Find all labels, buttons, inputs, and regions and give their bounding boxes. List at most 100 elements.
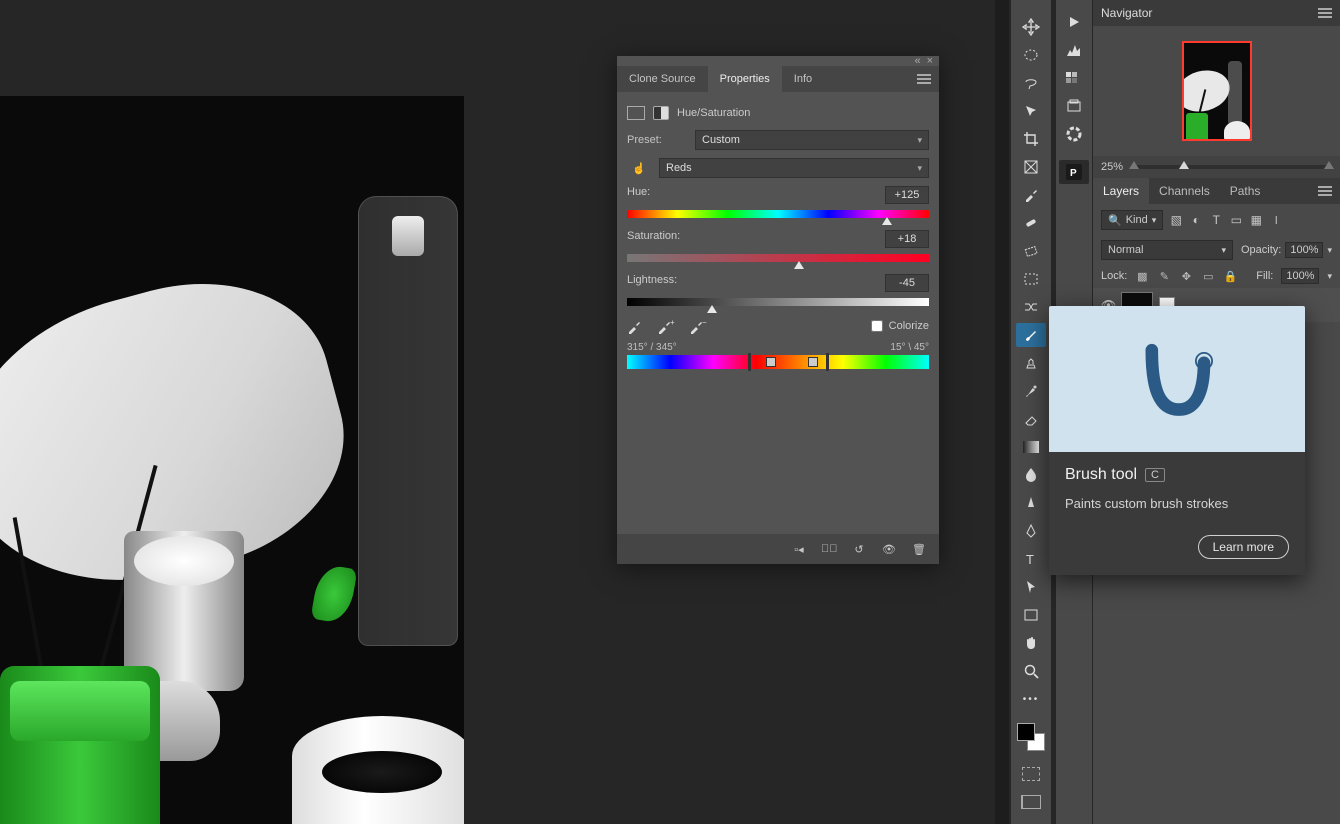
- patch-tool-icon[interactable]: [1016, 239, 1046, 263]
- tab-properties[interactable]: Properties: [708, 66, 782, 92]
- colorize-input[interactable]: [871, 320, 883, 332]
- hue-range-strip[interactable]: [627, 355, 929, 369]
- pen-tool-icon[interactable]: [1016, 519, 1046, 543]
- targeted-adjustment-icon[interactable]: ☝: [627, 162, 651, 175]
- lock-transparency-icon[interactable]: ▩: [1135, 270, 1149, 283]
- shuffle-tool-icon[interactable]: [1016, 295, 1046, 319]
- navigator-header[interactable]: Navigator: [1093, 0, 1340, 26]
- tab-info[interactable]: Info: [782, 66, 824, 92]
- lightness-value[interactable]: -45: [885, 274, 929, 292]
- lightness-slider[interactable]: [627, 298, 929, 306]
- range-marker[interactable]: [748, 353, 751, 371]
- edit-toolbar-icon[interactable]: •••: [1016, 687, 1046, 711]
- quick-select-tool-icon[interactable]: [1016, 99, 1046, 123]
- hand-tool-icon[interactable]: [1016, 631, 1046, 655]
- slider-thumb[interactable]: [707, 305, 717, 313]
- saturation-slider[interactable]: [627, 254, 929, 262]
- blur-tool-icon[interactable]: [1016, 463, 1046, 487]
- color-wheel-icon[interactable]: [1059, 122, 1089, 146]
- filter-type-icon[interactable]: T: [1209, 213, 1223, 227]
- foreground-color-swatch[interactable]: [1017, 723, 1035, 741]
- lock-paint-icon[interactable]: ✎: [1157, 270, 1171, 283]
- panel-menu-icon[interactable]: [1318, 6, 1332, 20]
- clone-stamp-tool-icon[interactable]: [1016, 351, 1046, 375]
- zoom-slider[interactable]: [1131, 165, 1332, 169]
- slider-thumb[interactable]: [1179, 161, 1189, 169]
- histogram-icon[interactable]: [1059, 38, 1089, 62]
- zoom-value[interactable]: 25%: [1101, 161, 1123, 173]
- filter-toggle-icon[interactable]: ⏽: [1269, 213, 1283, 228]
- filter-shape-icon[interactable]: ▭: [1229, 213, 1243, 227]
- channel-select[interactable]: Reds ▾: [659, 158, 929, 178]
- libraries-icon[interactable]: [1059, 94, 1089, 118]
- colorize-checkbox[interactable]: Colorize: [871, 320, 929, 332]
- rectangle-tool-icon[interactable]: [1016, 603, 1046, 627]
- panel-drag-header[interactable]: « ×: [617, 56, 939, 66]
- tab-layers[interactable]: Layers: [1093, 178, 1149, 204]
- marquee-rect-tool-icon[interactable]: [1016, 267, 1046, 291]
- chevron-down-icon[interactable]: ▾: [1327, 245, 1332, 256]
- path-select-tool-icon[interactable]: [1016, 575, 1046, 599]
- saturation-value[interactable]: +18: [885, 230, 929, 248]
- clip-to-layer-icon[interactable]: ▫◂: [791, 543, 807, 556]
- canvas-image[interactable]: [0, 96, 464, 824]
- healing-tool-icon[interactable]: [1016, 211, 1046, 235]
- move-tool-icon[interactable]: [1016, 15, 1046, 39]
- quick-mask-icon[interactable]: [1022, 767, 1040, 781]
- learn-more-button[interactable]: Learn more: [1198, 535, 1289, 559]
- navigator-thumbnail[interactable]: [1182, 41, 1252, 141]
- trash-icon[interactable]: 🗑: [911, 543, 927, 556]
- reset-icon[interactable]: ↺: [851, 543, 867, 556]
- preset-select[interactable]: Custom ▾: [695, 130, 929, 150]
- eyedropper-tool-icon[interactable]: [1016, 183, 1046, 207]
- screen-mode-icon[interactable]: [1021, 795, 1041, 809]
- history-brush-tool-icon[interactable]: [1016, 379, 1046, 403]
- gradient-tool-icon[interactable]: [1016, 435, 1046, 459]
- zoom-tool-icon[interactable]: [1016, 659, 1046, 683]
- filter-smart-icon[interactable]: ▦: [1249, 213, 1263, 227]
- hue-slider[interactable]: [627, 210, 929, 218]
- dock-divider[interactable]: [995, 0, 1009, 824]
- view-previous-icon[interactable]: 👁⃠: [821, 543, 837, 555]
- lock-position-icon[interactable]: ✥: [1179, 270, 1193, 283]
- filter-pixel-icon[interactable]: ▧: [1169, 213, 1183, 227]
- tab-clone-source[interactable]: Clone Source: [617, 66, 708, 92]
- color-swatches[interactable]: [1017, 723, 1045, 751]
- eraser-tool-icon[interactable]: [1016, 407, 1046, 431]
- kind-filter[interactable]: 🔍 Kind ▾: [1101, 210, 1163, 230]
- range-handle[interactable]: [808, 357, 818, 367]
- tab-channels[interactable]: Channels: [1149, 178, 1220, 204]
- eyedropper-add-icon[interactable]: +: [657, 318, 675, 334]
- adjustment-header: Hue/Saturation: [627, 102, 929, 130]
- slider-thumb[interactable]: [794, 261, 804, 269]
- pexels-plugin-icon[interactable]: P: [1059, 160, 1089, 184]
- filter-adjust-icon[interactable]: ◐: [1189, 213, 1203, 227]
- type-tool-icon[interactable]: T: [1016, 547, 1046, 571]
- blend-mode-select[interactable]: Normal ▾: [1101, 240, 1233, 260]
- crop-tool-icon[interactable]: [1016, 127, 1046, 151]
- range-handle[interactable]: [766, 357, 776, 367]
- lock-all-icon[interactable]: 🔒: [1223, 270, 1237, 283]
- lasso-tool-icon[interactable]: [1016, 71, 1046, 95]
- brush-tool-icon[interactable]: [1016, 323, 1046, 347]
- hue-value[interactable]: +125: [885, 186, 929, 204]
- eyedropper-icon[interactable]: [627, 318, 643, 334]
- marquee-tool-icon[interactable]: [1016, 43, 1046, 67]
- properties-panel[interactable]: « × Clone Source Properties Info Hue/Sat…: [617, 56, 939, 564]
- dodge-tool-icon[interactable]: [1016, 491, 1046, 515]
- play-icon[interactable]: [1059, 10, 1089, 34]
- tab-paths[interactable]: Paths: [1220, 178, 1271, 204]
- swatches-icon[interactable]: [1059, 66, 1089, 90]
- navigator-body[interactable]: [1093, 26, 1340, 156]
- lock-artboard-icon[interactable]: ▭: [1201, 270, 1215, 283]
- opacity-value[interactable]: 100%: [1285, 242, 1323, 258]
- slider-thumb[interactable]: [882, 217, 892, 225]
- panel-menu-icon[interactable]: [909, 66, 939, 92]
- eyedropper-subtract-icon[interactable]: −: [689, 318, 707, 334]
- panel-menu-icon[interactable]: [1310, 178, 1340, 204]
- chevron-down-icon[interactable]: ▾: [1327, 271, 1332, 282]
- fill-value[interactable]: 100%: [1281, 268, 1319, 284]
- frame-tool-icon[interactable]: [1016, 155, 1046, 179]
- visibility-icon[interactable]: 👁: [881, 543, 897, 556]
- range-marker[interactable]: [826, 353, 829, 371]
